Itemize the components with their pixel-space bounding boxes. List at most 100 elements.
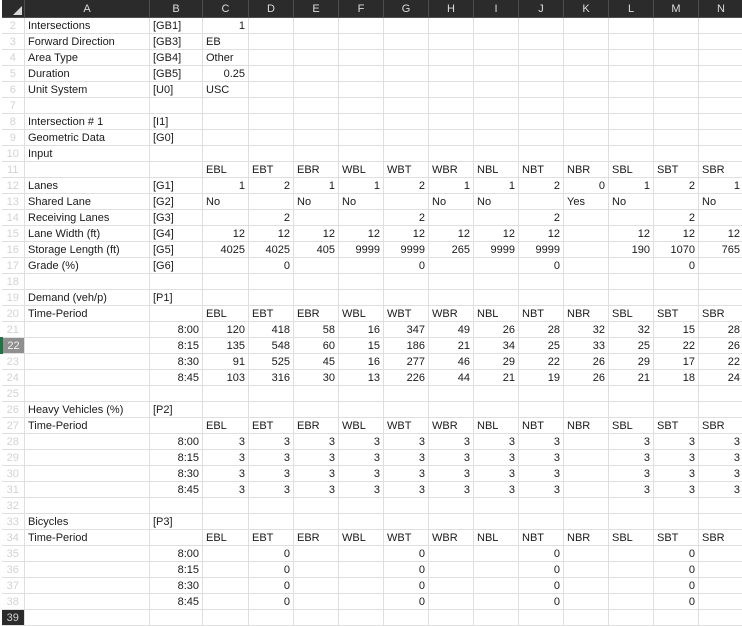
bicycles-value-nbt[interactable]: 0 xyxy=(519,562,564,578)
empty-cell[interactable] xyxy=(609,610,654,626)
demand-value-wbt[interactable]: 226 xyxy=(384,370,429,386)
table-row[interactable]: 13Shared Lane[G2]NoNoNoNoNoYesNoNo xyxy=(2,194,742,210)
empty-cell[interactable] xyxy=(384,18,429,34)
direction-header-wbl[interactable]: WBL xyxy=(339,306,384,322)
direction-header-wbl[interactable]: WBL xyxy=(339,530,384,546)
empty-cell[interactable] xyxy=(474,386,519,402)
time-period-value[interactable]: 8:15 xyxy=(150,562,203,578)
empty-cell[interactable] xyxy=(25,98,150,114)
time-period-value[interactable]: 8:45 xyxy=(150,594,203,610)
demand-value-nbr[interactable]: 26 xyxy=(564,370,609,386)
geometry-value-wbr[interactable]: 1 xyxy=(429,178,474,194)
empty-cell[interactable] xyxy=(25,594,150,610)
empty-cell[interactable] xyxy=(429,274,474,290)
empty-cell[interactable] xyxy=(203,274,249,290)
column-header-i[interactable]: I xyxy=(474,0,519,18)
demand-value-sbr[interactable]: 26 xyxy=(699,338,742,354)
geometry-value-sbl[interactable] xyxy=(609,258,654,274)
heavy-vehicles-value-ebr[interactable]: 3 xyxy=(294,482,339,498)
empty-cell[interactable] xyxy=(384,130,429,146)
empty-cell[interactable] xyxy=(519,50,564,66)
demand-value-wbl[interactable]: 13 xyxy=(339,370,384,386)
empty-cell[interactable] xyxy=(429,34,474,50)
empty-cell[interactable] xyxy=(294,290,339,306)
geometry-value-wbr[interactable]: No xyxy=(429,194,474,210)
demand-value-nbr[interactable]: 26 xyxy=(564,354,609,370)
table-row[interactable]: 39 xyxy=(2,610,742,626)
heavy-vehicles-value-sbl[interactable]: 3 xyxy=(609,434,654,450)
geometry-label[interactable]: Lanes xyxy=(25,178,150,194)
row-header-31[interactable]: 31 xyxy=(2,482,25,498)
empty-cell[interactable] xyxy=(474,274,519,290)
geometry-value-wbl[interactable]: No xyxy=(339,194,384,210)
bicycles-value-ebl[interactable] xyxy=(203,546,249,562)
demand-value-wbl[interactable]: 16 xyxy=(339,322,384,338)
row-header-26[interactable]: 26 xyxy=(2,402,25,418)
empty-cell[interactable] xyxy=(150,418,203,434)
empty-cell[interactable] xyxy=(294,34,339,50)
empty-cell[interactable] xyxy=(699,34,742,50)
heavy-vehicles-value-wbt[interactable]: 3 xyxy=(384,466,429,482)
empty-cell[interactable] xyxy=(609,498,654,514)
geometry-value-nbr[interactable]: Yes xyxy=(564,194,609,210)
empty-cell[interactable] xyxy=(564,18,609,34)
bicycles-value-wbt[interactable]: 0 xyxy=(384,546,429,562)
heavy-vehicles-value-sbl[interactable]: 3 xyxy=(609,466,654,482)
demand-value-sbt[interactable]: 17 xyxy=(654,354,699,370)
empty-cell[interactable] xyxy=(25,434,150,450)
demand-value-ebl[interactable]: 91 xyxy=(203,354,249,370)
bicycles-value-sbr[interactable] xyxy=(699,578,742,594)
demand-value-wbt[interactable]: 186 xyxy=(384,338,429,354)
heavy-vehicles-value-sbt[interactable]: 3 xyxy=(654,482,699,498)
direction-header-ebl[interactable]: EBL xyxy=(203,162,249,178)
empty-cell[interactable] xyxy=(474,402,519,418)
param-code[interactable]: [GB1] xyxy=(150,18,203,34)
direction-header-nbr[interactable]: NBR xyxy=(564,306,609,322)
table-row[interactable]: 32 xyxy=(2,498,742,514)
bicycles-value-wbt[interactable]: 0 xyxy=(384,594,429,610)
geometry-value-sbr[interactable]: 1 xyxy=(699,178,742,194)
heavy-vehicles-value-nbr[interactable] xyxy=(564,482,609,498)
section-title-bicycles[interactable]: Bicycles xyxy=(25,514,150,530)
row-header-34[interactable]: 34 xyxy=(2,530,25,546)
empty-cell[interactable] xyxy=(609,146,654,162)
geometry-value-nbt[interactable]: 0 xyxy=(519,258,564,274)
worksheet-body[interactable]: 2Intersections[GB1]13Forward Direction[G… xyxy=(2,18,742,626)
empty-cell[interactable] xyxy=(654,514,699,530)
geometry-value-ebl[interactable]: 12 xyxy=(203,226,249,242)
table-row[interactable]: 288:0033333333333 xyxy=(2,434,742,450)
empty-cell[interactable] xyxy=(294,114,339,130)
heavy-vehicles-value-ebr[interactable]: 3 xyxy=(294,450,339,466)
empty-cell[interactable] xyxy=(25,370,150,386)
geometry-value-nbt[interactable]: 12 xyxy=(519,226,564,242)
bicycles-value-nbl[interactable] xyxy=(474,562,519,578)
empty-cell[interactable] xyxy=(429,402,474,418)
empty-cell[interactable] xyxy=(384,290,429,306)
row-header-14[interactable]: 14 xyxy=(2,210,25,226)
empty-cell[interactable] xyxy=(519,386,564,402)
geometry-value-nbl[interactable]: No xyxy=(474,194,519,210)
empty-cell[interactable] xyxy=(203,98,249,114)
column-header-f[interactable]: F xyxy=(339,0,384,18)
empty-cell[interactable] xyxy=(384,66,429,82)
empty-cell[interactable] xyxy=(519,498,564,514)
direction-header-wbr[interactable]: WBR xyxy=(429,530,474,546)
bicycles-value-wbl[interactable] xyxy=(339,562,384,578)
direction-header-nbl[interactable]: NBL xyxy=(474,306,519,322)
bicycles-value-nbr[interactable] xyxy=(564,594,609,610)
geometry-value-nbt[interactable] xyxy=(519,194,564,210)
table-row[interactable]: 318:4533333333333 xyxy=(2,482,742,498)
heavy-vehicles-value-nbr[interactable] xyxy=(564,466,609,482)
empty-cell[interactable] xyxy=(654,18,699,34)
bicycles-value-sbl[interactable] xyxy=(609,594,654,610)
time-period-value[interactable]: 8:30 xyxy=(150,466,203,482)
geometry-value-ebl[interactable]: 1 xyxy=(203,178,249,194)
empty-cell[interactable] xyxy=(294,274,339,290)
bicycles-value-sbt[interactable]: 0 xyxy=(654,546,699,562)
empty-cell[interactable] xyxy=(564,82,609,98)
row-header-18[interactable]: 18 xyxy=(2,274,25,290)
table-row[interactable]: 11EBLEBTEBRWBLWBTWBRNBLNBTNBRSBLSBTSBR xyxy=(2,162,742,178)
empty-cell[interactable] xyxy=(249,130,294,146)
table-row[interactable]: 18 xyxy=(2,274,742,290)
geometry-value-nbl[interactable]: 1 xyxy=(474,178,519,194)
